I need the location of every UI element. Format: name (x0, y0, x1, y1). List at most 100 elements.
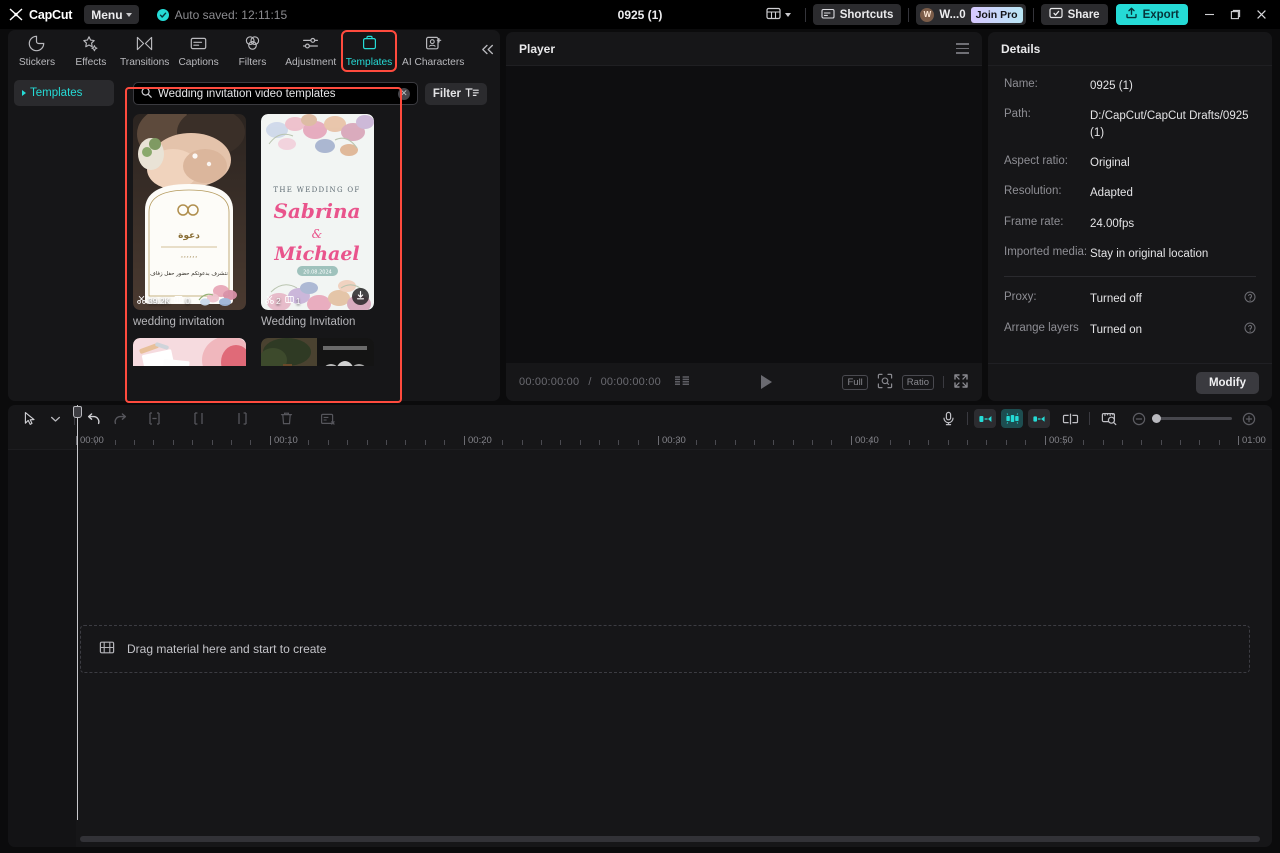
detail-key: Frame rate: (1004, 215, 1064, 228)
ruler-tick (250, 440, 252, 445)
sidebar-item-label: Templates (30, 87, 83, 99)
maximize-icon[interactable] (1222, 2, 1248, 28)
beat-right-button[interactable] (1028, 409, 1050, 428)
split-button[interactable] (141, 408, 167, 430)
tab-templates[interactable]: Templates (341, 30, 397, 72)
player-stage[interactable] (506, 66, 982, 363)
template-card[interactable]: THE WEDDING OF Sabrina & Michael 20.08.2… (261, 114, 374, 328)
timeline-panel: 00:00 00:10 00:20 00:30 00:40 00:50 01:0… (8, 405, 1272, 847)
undo-button[interactable] (81, 408, 107, 430)
thumbnail-stats: 2 1 (265, 295, 300, 306)
capcut-window: CapCut Menu Auto saved: 12:11:15 0925 (1… (0, 0, 1280, 853)
play-icon[interactable] (760, 375, 772, 389)
tab-adjustment[interactable]: Adjustment (279, 31, 342, 71)
detail-value: 0925 (1) (1090, 80, 1133, 92)
quality-bars-icon[interactable] (674, 375, 690, 390)
template-card[interactable] (133, 338, 246, 366)
fullscreen-icon[interactable] (953, 373, 969, 392)
mirror-button[interactable] (1057, 408, 1083, 430)
template-thumbnail[interactable]: دعوة و و و و و و نتشرف بدعوتكم حضور حفل … (133, 114, 246, 310)
ruler-tick (444, 440, 446, 445)
auto-cut-button[interactable] (1001, 409, 1023, 428)
layout-switch-button[interactable] (759, 4, 798, 25)
template-thumbnail[interactable] (133, 338, 246, 366)
collapse-panel-button[interactable] (476, 36, 498, 66)
ruler-tick (812, 440, 814, 445)
search-box[interactable]: ✕ (133, 82, 418, 105)
ruler-tick (192, 440, 194, 445)
close-icon[interactable] (1248, 2, 1274, 28)
tab-captions[interactable]: Captions (172, 31, 226, 71)
ruler-tick (967, 440, 969, 445)
modify-button[interactable]: Modify (1195, 371, 1259, 394)
zoom-in-button[interactable] (1236, 408, 1262, 430)
crop-button[interactable] (315, 408, 341, 430)
template-thumbnail[interactable] (261, 338, 374, 366)
menu-button[interactable]: Menu (84, 5, 139, 24)
svg-text:THE WEDDING OF: THE WEDDING OF (273, 186, 360, 194)
shortcuts-button[interactable]: Shortcuts (812, 4, 902, 25)
focus-icon[interactable] (877, 373, 893, 392)
zoom-slider-track[interactable] (1152, 414, 1232, 423)
ruler-tick (598, 440, 600, 445)
tab-effects[interactable]: Effects (64, 31, 118, 71)
help-icon[interactable] (1244, 291, 1256, 306)
timeline-zoom-tool[interactable] (1096, 408, 1122, 430)
auto-beat-button[interactable] (974, 409, 996, 428)
trim-right-button[interactable] (229, 408, 255, 430)
sidebar-item-templates[interactable]: Templates (14, 80, 114, 106)
tab-label: Captions (178, 56, 219, 68)
sparkle-icon (82, 35, 99, 55)
timeline-ruler[interactable]: 00:00 00:10 00:20 00:30 00:40 00:50 01:0… (8, 432, 1272, 450)
account-chip[interactable]: W W...0 Join Pro (916, 4, 1026, 25)
template-thumbnail[interactable]: THE WEDDING OF Sabrina & Michael 20.08.2… (261, 114, 374, 310)
divider (1089, 412, 1090, 425)
playhead-handle[interactable] (73, 406, 82, 418)
share-button[interactable]: Share (1040, 4, 1108, 25)
template-card[interactable] (261, 338, 374, 366)
filter-button[interactable]: Filter (424, 82, 487, 105)
check-icon (156, 8, 169, 21)
filter-label: Filter (432, 87, 461, 100)
export-button[interactable]: Export (1115, 4, 1188, 25)
details-footer: Modify (988, 363, 1272, 401)
select-tool-dropdown[interactable] (42, 408, 68, 430)
zoom-slider-knob[interactable] (1152, 414, 1161, 423)
shortcuts-label: Shortcuts (839, 8, 894, 21)
timeline-tracks[interactable]: Drag material here and start to create (8, 450, 1272, 835)
timeline-horizontal-scrollbar[interactable] (80, 836, 1260, 842)
ruler-tick (172, 440, 174, 445)
record-voiceover-button[interactable] (935, 408, 961, 430)
menu-label: Menu (91, 7, 123, 22)
delete-button[interactable] (273, 408, 299, 430)
time-separator: / (588, 376, 592, 388)
timeline-zoom-slider[interactable] (1152, 414, 1232, 423)
ruler-tick (579, 440, 581, 445)
full-button[interactable]: Full (842, 374, 868, 390)
select-tool-button[interactable] (16, 408, 42, 430)
current-time: 00:00:00:00 (519, 376, 580, 388)
help-icon[interactable] (1244, 322, 1256, 337)
zoom-out-button[interactable] (1126, 408, 1152, 430)
drop-zone[interactable]: Drag material here and start to create (80, 625, 1250, 673)
tab-stickers[interactable]: Stickers (10, 31, 64, 71)
template-card[interactable]: دعوة و و و و و و نتشرف بدعوتكم حضور حفل … (133, 114, 246, 328)
tab-filters[interactable]: Filters (226, 31, 280, 71)
tab-label: Transitions (119, 56, 170, 68)
hamburger-icon[interactable] (956, 43, 969, 54)
ruler-tick (773, 440, 775, 445)
trim-left-button[interactable] (185, 408, 211, 430)
minimize-icon[interactable] (1196, 2, 1222, 28)
detail-value: Original (1090, 156, 1130, 169)
join-pro-button[interactable]: Join Pro (970, 6, 1023, 23)
template-title: Wedding Invitation (261, 316, 356, 328)
clear-search-icon[interactable]: ✕ (397, 87, 410, 100)
playhead[interactable] (73, 405, 82, 820)
tab-ai-characters[interactable]: AI Characters (396, 31, 470, 71)
ratio-button[interactable]: Ratio (901, 374, 934, 390)
download-button[interactable] (352, 288, 369, 305)
tab-transitions[interactable]: Transitions (118, 31, 172, 71)
redo-button[interactable] (107, 408, 133, 430)
search-input[interactable] (158, 87, 392, 100)
detail-row: Aspect ratio: Original (1004, 155, 1256, 171)
